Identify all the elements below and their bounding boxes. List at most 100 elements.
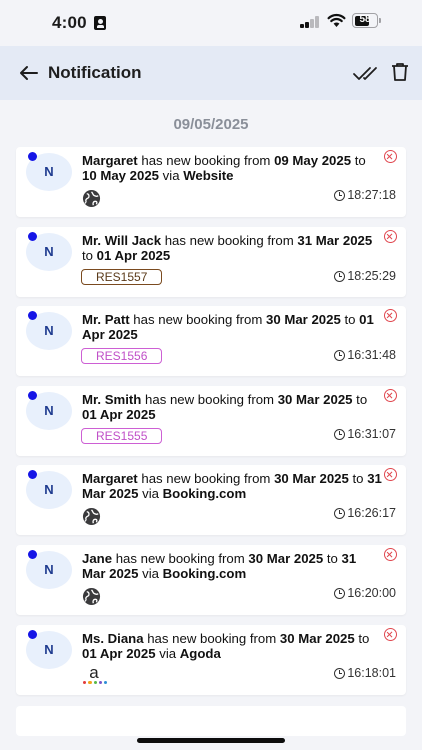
message-text: has new booking from bbox=[137, 471, 275, 486]
message-text: has new booking from bbox=[161, 233, 298, 248]
from-date: 09 May 2025 bbox=[274, 153, 352, 168]
guest-name: Ms. Diana bbox=[82, 631, 144, 646]
to-date: 01 Apr 2025 bbox=[96, 248, 171, 263]
notification-time: 16:20:00 bbox=[334, 586, 396, 600]
notification-message: Jane has new booking from 30 Mar 2025 to… bbox=[82, 551, 382, 581]
message-text: to bbox=[351, 153, 366, 168]
globe-icon bbox=[82, 587, 101, 606]
time-label: 16:20:00 bbox=[347, 586, 396, 600]
time-label: 16:18:01 bbox=[347, 666, 396, 680]
message-text: to bbox=[323, 551, 342, 566]
notification-card[interactable]: N Mr. Patt has new booking from 30 Mar 2… bbox=[16, 306, 406, 376]
notification-card[interactable]: N Ms. Diana has new booking from 30 Mar … bbox=[16, 625, 406, 695]
cellular-signal-icon bbox=[300, 16, 320, 28]
message-text: has new booking from bbox=[112, 551, 249, 566]
battery-percent: 58 bbox=[359, 14, 371, 25]
avatar-letter: N bbox=[44, 403, 54, 418]
unread-dot bbox=[28, 550, 37, 559]
time-label: 18:25:29 bbox=[347, 269, 396, 283]
notification-message: Mr. Smith has new booking from 30 Mar 20… bbox=[82, 392, 382, 422]
clock-icon bbox=[334, 189, 346, 201]
notification-card[interactable]: N Jane has new booking from 30 Mar 2025 … bbox=[16, 545, 406, 615]
message-text: has new booking from bbox=[129, 312, 266, 327]
to-date: 01 Apr 2025 bbox=[82, 407, 156, 422]
guest-name: Mr. Will Jack bbox=[82, 233, 162, 248]
dismiss-button[interactable] bbox=[384, 628, 397, 641]
from-date: 30 Mar 2025 bbox=[274, 471, 349, 486]
to-date: 01 Apr 2025 bbox=[82, 646, 156, 661]
notification-time: 16:26:17 bbox=[334, 506, 396, 520]
message-text: via bbox=[138, 566, 163, 581]
clock-icon bbox=[334, 349, 346, 361]
message-text: to bbox=[348, 471, 368, 486]
booking-source: Website bbox=[183, 168, 234, 183]
clock-icon bbox=[334, 428, 346, 440]
unread-dot bbox=[28, 470, 37, 479]
time-label: 18:27:18 bbox=[347, 188, 396, 202]
notification-message: Margaret has new booking from 09 May 202… bbox=[82, 153, 382, 183]
reservation-badge[interactable]: RES1555 bbox=[81, 428, 163, 444]
message-text: to bbox=[82, 248, 97, 263]
mark-all-read-button[interactable] bbox=[352, 60, 380, 86]
avatar-letter: N bbox=[44, 562, 54, 577]
message-text: via bbox=[155, 646, 180, 661]
message-text: to bbox=[340, 312, 360, 327]
notification-card[interactable]: N Margaret has new booking from 09 May 2… bbox=[16, 147, 406, 217]
wifi-icon bbox=[327, 13, 346, 27]
notification-message: Mr. Patt has new booking from 30 Mar 202… bbox=[82, 312, 382, 342]
clock-icon bbox=[334, 587, 346, 599]
dismiss-button[interactable] bbox=[384, 468, 397, 481]
unread-dot bbox=[28, 311, 37, 320]
notification-card[interactable]: N Mr. Smith has new booking from 30 Mar … bbox=[16, 386, 406, 456]
notification-message: Mr. Will Jack has new booking from 31 Ma… bbox=[82, 233, 382, 263]
from-date: 30 Mar 2025 bbox=[266, 312, 341, 327]
clock-icon bbox=[334, 507, 346, 519]
notification-message: Ms. Diana has new booking from 30 Mar 20… bbox=[82, 631, 382, 661]
page-title: Notification bbox=[48, 63, 142, 82]
double-check-icon bbox=[353, 67, 377, 80]
notification-time: 16:31:07 bbox=[334, 427, 396, 441]
dismiss-button[interactable] bbox=[384, 230, 397, 243]
battery-icon: 58 bbox=[352, 13, 378, 28]
dismiss-button[interactable] bbox=[384, 150, 397, 163]
guest-name: Mr. Patt bbox=[82, 312, 130, 327]
back-arrow-icon bbox=[20, 66, 38, 80]
status-bar: 4:00 58 bbox=[0, 0, 422, 46]
dismiss-button[interactable] bbox=[384, 309, 397, 322]
app-header: Notification bbox=[0, 46, 422, 100]
reservation-badge[interactable]: RES1556 bbox=[81, 348, 163, 364]
message-text: has new booking from bbox=[141, 392, 278, 407]
notification-card-partial[interactable] bbox=[16, 706, 406, 736]
guest-name: Margaret bbox=[82, 153, 138, 168]
message-text: via bbox=[159, 168, 184, 183]
from-date: 31 Mar 2025 bbox=[297, 233, 373, 248]
avatar-letter: N bbox=[44, 164, 54, 179]
notification-time: 16:18:01 bbox=[334, 666, 396, 680]
notification-time: 18:25:29 bbox=[334, 269, 396, 283]
status-time: 4:00 bbox=[52, 13, 87, 32]
time-label: 16:26:17 bbox=[347, 506, 396, 520]
message-text: to bbox=[354, 631, 370, 646]
avatar-letter: N bbox=[44, 642, 54, 657]
dismiss-button[interactable] bbox=[384, 548, 397, 561]
notification-card[interactable]: N Mr. Will Jack has new booking from 31 … bbox=[16, 227, 406, 297]
from-date: 30 Mar 2025 bbox=[277, 392, 353, 407]
delete-all-button[interactable] bbox=[389, 59, 411, 85]
guest-name: Jane bbox=[82, 551, 113, 566]
clock-icon bbox=[334, 667, 346, 679]
avatar-letter: N bbox=[44, 482, 54, 497]
notification-card[interactable]: N Margaret has new booking from 30 Mar 2… bbox=[16, 465, 406, 535]
message-text: has new booking from bbox=[143, 631, 280, 646]
dismiss-button[interactable] bbox=[384, 389, 397, 402]
unread-dot bbox=[28, 391, 37, 400]
guest-name: Margaret bbox=[82, 471, 138, 486]
from-date: 30 Mar 2025 bbox=[248, 551, 324, 566]
agoda-logo-letter: a bbox=[89, 663, 99, 682]
unread-dot bbox=[28, 232, 37, 241]
booking-source: Booking.com bbox=[162, 566, 247, 581]
booking-source: Booking.com bbox=[162, 486, 247, 501]
booking-source: Agoda bbox=[179, 646, 221, 661]
date-section-header: 09/05/2025 bbox=[173, 116, 249, 133]
reservation-badge[interactable]: RES1557 bbox=[81, 269, 163, 285]
back-button[interactable] bbox=[16, 60, 42, 86]
